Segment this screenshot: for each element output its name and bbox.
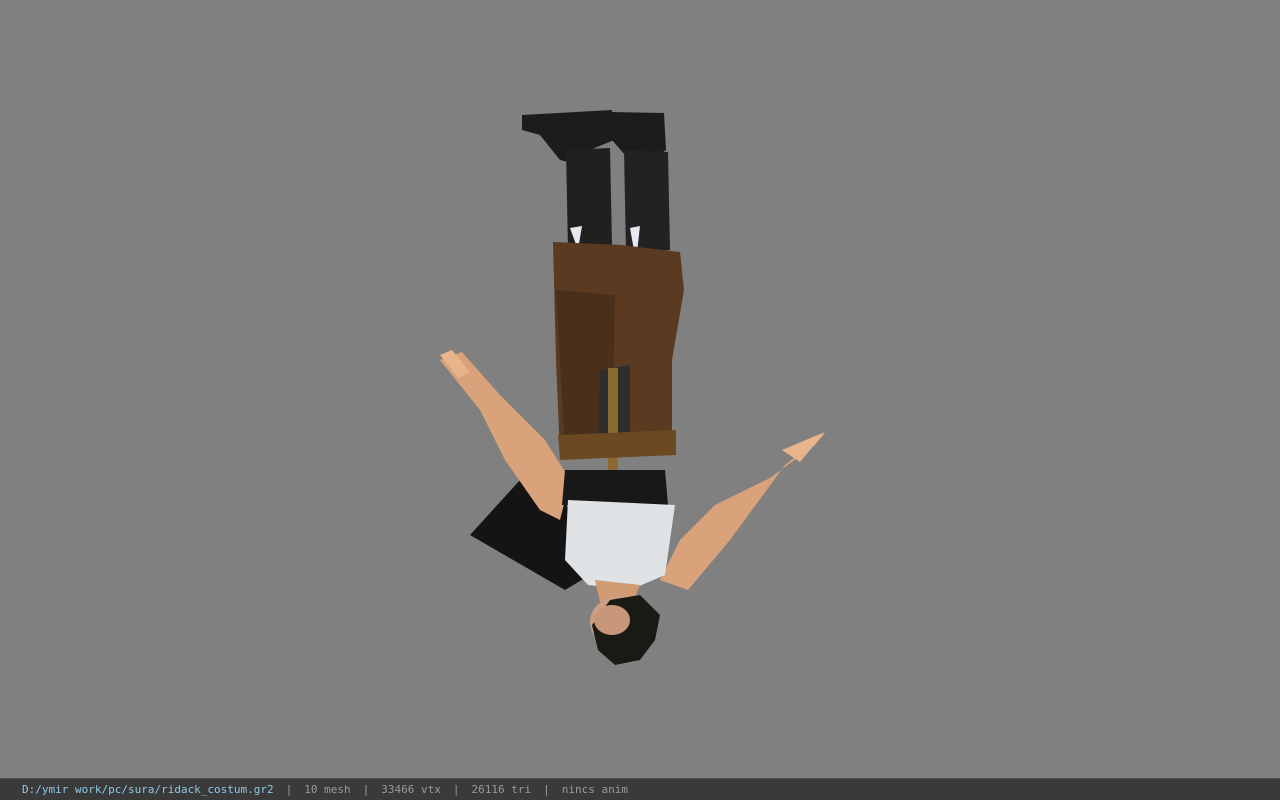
- leg-right: [624, 150, 670, 252]
- separator: |: [452, 783, 460, 796]
- separator: |: [285, 783, 293, 796]
- shirt: [565, 500, 675, 590]
- separator: |: [543, 783, 550, 796]
- triangle-count: 26116 tri: [471, 783, 532, 796]
- mesh-count: 10 mesh: [304, 783, 351, 796]
- vertex-count: 33466 vtx: [381, 783, 441, 796]
- belt: [558, 430, 676, 460]
- file-path: D:/ymir work/pc/sura/ridack_costum.gr2: [22, 783, 274, 796]
- character-model: [440, 110, 825, 665]
- separator: |: [362, 783, 370, 796]
- status-bar: D:/ymir work/pc/sura/ridack_costum.gr2 |…: [0, 778, 1280, 800]
- model-viewport[interactable]: [0, 0, 1280, 778]
- anim-status: nincs anim: [561, 783, 628, 796]
